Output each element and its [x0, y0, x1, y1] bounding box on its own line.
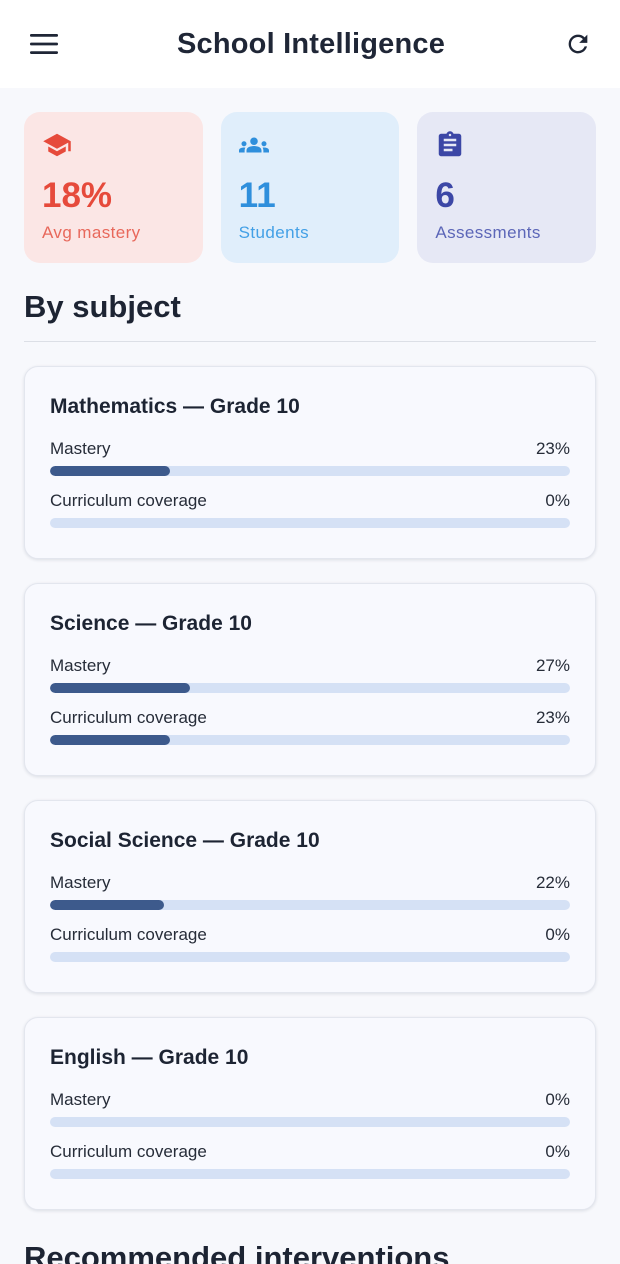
subject-card[interactable]: Mathematics — Grade 10 Mastery 23% Curri… [24, 366, 596, 559]
divider [24, 341, 596, 342]
progress-fill [50, 900, 165, 910]
metric-row-mastery: Mastery 22% [50, 873, 570, 893]
section-title-interventions: Recommended interventions [24, 1240, 450, 1264]
metric-row-coverage: Curriculum coverage 23% [50, 708, 570, 728]
stat-value: 18% [42, 176, 113, 215]
metric-value: 27% [535, 656, 570, 675]
metric-label: Curriculum coverage [50, 1142, 207, 1161]
metric-row-mastery: Mastery 0% [50, 1090, 570, 1110]
stat-value: 11 [238, 176, 276, 215]
stat-card-mastery: 18% Avg mastery [24, 112, 203, 263]
page-title: School Intelligence [176, 27, 446, 60]
stat-value: 6 [435, 176, 455, 215]
metric-row-coverage: Curriculum coverage 0% [50, 1142, 570, 1162]
refresh-icon [568, 34, 588, 54]
stat-card-students: 11 Students [220, 112, 400, 263]
metric-row-coverage: Curriculum coverage 0% [50, 925, 570, 945]
metric-label: Curriculum coverage [50, 491, 207, 510]
metric-value: 0% [545, 491, 570, 510]
clipboard-icon [439, 131, 462, 157]
stat-label: Students [238, 223, 309, 242]
group-icon [238, 137, 269, 153]
metric-label: Mastery [50, 439, 111, 458]
metric-value: 23% [535, 439, 570, 458]
app-bar: School Intelligence [0, 0, 620, 88]
stats-row: 18% Avg mastery 11 Students 6 Assessment… [24, 112, 597, 263]
metric-value: 0% [545, 1090, 570, 1109]
metric-label: Mastery [50, 656, 111, 675]
metric-row-mastery: Mastery 23% [50, 439, 570, 459]
refresh-button[interactable] [560, 26, 596, 62]
menu-icon [30, 34, 58, 54]
subject-card[interactable]: English — Grade 10 Mastery 0% Curriculum… [24, 1017, 596, 1210]
mastery-progress-bar [50, 900, 570, 910]
main-content: 18% Avg mastery 11 Students 6 Assessment… [0, 88, 620, 1264]
metric-label: Mastery [50, 1090, 111, 1109]
mastery-progress-bar [50, 466, 570, 476]
stat-label: Avg mastery [42, 223, 141, 242]
coverage-progress-bar [50, 1169, 570, 1179]
metric-value: 22% [535, 873, 570, 892]
metric-label: Mastery [50, 873, 111, 892]
progress-fill [50, 735, 170, 745]
metric-label: Curriculum coverage [50, 925, 207, 944]
subject-title: English — Grade 10 [50, 1046, 249, 1069]
coverage-progress-bar [50, 952, 570, 962]
metric-row-mastery: Mastery 27% [50, 656, 570, 676]
stat-label: Assessments [435, 223, 541, 242]
mastery-progress-bar [50, 683, 570, 693]
metric-row-coverage: Curriculum coverage 0% [50, 491, 570, 511]
stat-card-assessments: 6 Assessments [417, 112, 597, 263]
metric-value: 0% [545, 925, 570, 944]
subject-card[interactable]: Social Science — Grade 10 Mastery 22% Cu… [24, 800, 596, 993]
progress-fill [50, 466, 170, 476]
section-title-by-subject: By subject [24, 289, 181, 324]
coverage-progress-bar [50, 735, 570, 745]
subject-title: Science — Grade 10 [50, 612, 252, 635]
progress-fill [50, 683, 191, 693]
subject-card[interactable]: Science — Grade 10 Mastery 27% Curriculu… [24, 583, 596, 776]
subject-title: Mathematics — Grade 10 [50, 395, 300, 418]
subject-list: Mathematics — Grade 10 Mastery 23% Curri… [24, 366, 596, 1210]
metric-label: Curriculum coverage [50, 708, 207, 727]
menu-button[interactable] [26, 26, 62, 62]
mastery-progress-bar [50, 1117, 570, 1127]
metric-value: 0% [545, 1142, 570, 1161]
graduation-cap-icon [43, 133, 71, 157]
coverage-progress-bar [50, 518, 570, 528]
subject-title: Social Science — Grade 10 [50, 829, 320, 852]
metric-value: 23% [535, 708, 570, 727]
